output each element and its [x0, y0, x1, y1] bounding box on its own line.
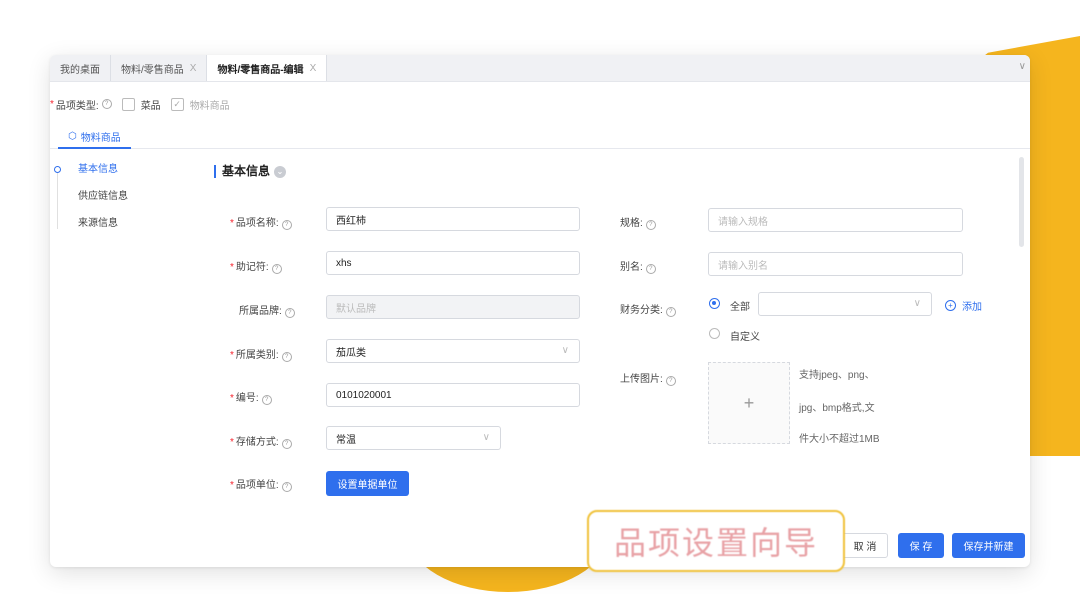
nav-item-source-info[interactable]: 来源信息 [50, 217, 200, 244]
field-label-upload: 上传图片:? [620, 370, 676, 386]
tab-bar: 我的桌面 物料/零售商品 X 物料/零售商品-编辑 X ∨ [50, 55, 1030, 82]
add-link-label: 添加 [962, 302, 982, 313]
item-type-row: * 品项类型: ? 菜品 ✓ 物料商品 [50, 82, 1030, 126]
help-icon[interactable]: ? [271, 264, 282, 274]
item-type-label: 品项类型: [55, 100, 99, 112]
checkbox-material-goods[interactable]: ✓ [170, 97, 184, 111]
tab-material-goods[interactable]: ⬡ 物料商品 [58, 126, 131, 149]
add-finance-link[interactable]: + 添加 [945, 298, 982, 313]
chevron-down-icon: ∨ [913, 298, 921, 309]
checkbox-material-goods-label: 物料商品 [189, 100, 230, 112]
chevron-down-icon[interactable]: ⌄ [274, 165, 287, 178]
nav-active-dot [54, 166, 61, 173]
app-window: 我的桌面 物料/零售商品 X 物料/零售商品-编辑 X ∨ * 品项类型: ? 菜品… [50, 55, 1030, 567]
chevron-down-icon: ∨ [482, 432, 490, 443]
field-label-spec: 规格:? [620, 214, 656, 230]
required-mark: * [50, 98, 54, 110]
checkbox-dish-label: 菜品 [140, 100, 161, 112]
field-label-brand: 所属品牌:? [239, 302, 295, 318]
alias-input[interactable]: 请输入别名 [708, 252, 963, 276]
help-icon[interactable]: ? [281, 439, 292, 449]
field-label-storage: * 存储方式:? [230, 433, 292, 449]
nav-item-supply-chain[interactable]: 供应链信息 [50, 190, 200, 217]
upload-hint-2: jpg、bmp格式,文 [799, 403, 875, 414]
section-title-text: 基本信息 [222, 164, 271, 178]
chevron-down-icon[interactable]: ∨ [1019, 61, 1026, 72]
subtab-bar: ⬡ 物料商品 [50, 126, 1030, 149]
help-icon[interactable]: ? [645, 264, 656, 274]
name-input[interactable]: 西红柿 [326, 207, 580, 231]
help-icon[interactable]: ? [101, 99, 112, 109]
help-icon[interactable]: ? [261, 395, 272, 405]
subtab-label: 物料商品 [80, 133, 121, 144]
tab-label: 我的桌面 [60, 64, 100, 76]
help-icon[interactable]: ? [284, 308, 295, 318]
help-icon[interactable]: ? [281, 352, 292, 362]
save-button[interactable]: 保 存 [898, 533, 944, 558]
mnemonic-input[interactable]: xhs [326, 251, 580, 275]
close-icon[interactable]: X [190, 63, 197, 74]
brand-input: 默认品牌 [326, 295, 580, 319]
spec-input[interactable]: 请输入规格 [708, 208, 963, 232]
image-upload[interactable]: + [708, 362, 790, 444]
upload-hint-1: 支持jpeg、png、 [799, 370, 875, 381]
field-label-finance: 财务分类:? [620, 301, 676, 317]
help-icon[interactable]: ? [645, 220, 656, 230]
radio-finance-all[interactable] [709, 298, 720, 309]
radio-finance-custom[interactable] [709, 328, 720, 339]
help-icon[interactable]: ? [665, 307, 676, 317]
storage-select[interactable]: 常温 ∨ [326, 426, 501, 450]
tab-label: 物料/零售商品 [121, 64, 184, 76]
field-label-code: * 编号:? [230, 389, 272, 405]
help-icon[interactable]: ? [665, 376, 676, 386]
scrollbar[interactable] [1019, 157, 1024, 247]
finance-select[interactable]: ∨ [758, 292, 932, 316]
nav-item-label: 基本信息 [78, 164, 118, 175]
cube-icon: ⬡ [68, 131, 77, 142]
plus-icon: + [743, 392, 755, 413]
tab-retail-goods[interactable]: 物料/零售商品 X [111, 55, 208, 81]
help-icon[interactable]: ? [281, 482, 292, 492]
upload-hint-3: 件大小不超过1MB [799, 434, 880, 445]
field-label-unit: * 品项单位:? [230, 476, 292, 492]
save-and-new-button[interactable]: 保存并新建 [952, 533, 1025, 558]
checkbox-dish[interactable] [121, 97, 135, 111]
tab-retail-goods-edit[interactable]: 物料/零售商品-编辑 X [207, 55, 328, 81]
storage-value: 常温 [336, 434, 356, 446]
tab-label: 物料/零售商品-编辑 [217, 64, 304, 76]
field-label-alias: 别名:? [620, 258, 656, 274]
radio-finance-custom-label: 自定义 [730, 332, 760, 343]
nav-item-label: 来源信息 [78, 218, 118, 229]
plus-circle-icon: + [945, 300, 956, 311]
help-icon[interactable]: ? [281, 220, 292, 230]
section-nav: 基本信息 供应链信息 来源信息 [50, 163, 200, 244]
nav-item-basic-info[interactable]: 基本信息 [50, 163, 200, 190]
code-input[interactable]: 0101020001 [326, 383, 580, 407]
tab-desktop[interactable]: 我的桌面 [50, 55, 111, 81]
cancel-button[interactable]: 取 消 [842, 533, 888, 558]
category-select[interactable]: 茄瓜类 ∨ [326, 339, 580, 363]
field-label-category: * 所属类别:? [230, 346, 292, 362]
chevron-down-icon: ∨ [561, 345, 569, 356]
radio-finance-all-label: 全部 [730, 302, 750, 313]
section-title: 基本信息 ⌄ [214, 164, 287, 178]
wizard-caption: 品项设置向导 [587, 510, 845, 572]
close-icon[interactable]: X [310, 63, 317, 74]
category-value: 茄瓜类 [336, 347, 366, 359]
set-unit-button[interactable]: 设置单据单位 [326, 471, 409, 496]
nav-item-label: 供应链信息 [78, 191, 128, 202]
field-label-name: * 品项名称:? [230, 214, 292, 230]
field-label-mnemonic: * 助记符:? [230, 258, 282, 274]
